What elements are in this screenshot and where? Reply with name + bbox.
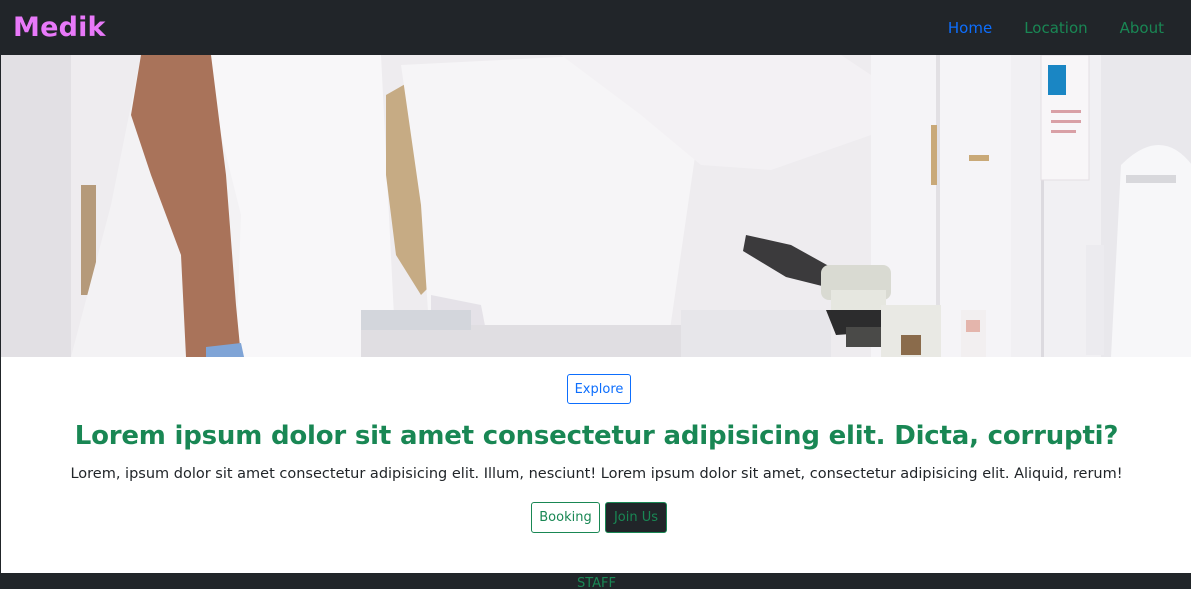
hero-content: Explore Lorem ipsum dolor sit amet conse… (1, 357, 1191, 573)
top-navbar: Medik Home Location About (1, 0, 1191, 55)
hero-photo (1, 55, 1191, 357)
booking-button[interactable]: Booking (531, 502, 600, 533)
nav-link-location[interactable]: Location (1008, 19, 1103, 37)
nav-link-home[interactable]: Home (932, 19, 1008, 37)
nav-link-about[interactable]: About (1104, 19, 1180, 37)
explore-button[interactable]: Explore (567, 374, 631, 404)
staff-section: STAFF (1, 573, 1191, 589)
lead-paragraph: Lorem, ipsum dolor sit amet consectetur … (70, 466, 1123, 482)
hero-image (1, 55, 1191, 357)
join-us-button[interactable]: Join Us (605, 502, 667, 533)
staff-section-title: STAFF (576, 576, 617, 589)
cta-button-group: Booking Join Us (531, 502, 667, 533)
brand-logo[interactable]: Medik (13, 12, 106, 43)
nav-links: Home Location About (932, 19, 1180, 37)
page-headline: Lorem ipsum dolor sit amet consectetur a… (74, 421, 1119, 451)
